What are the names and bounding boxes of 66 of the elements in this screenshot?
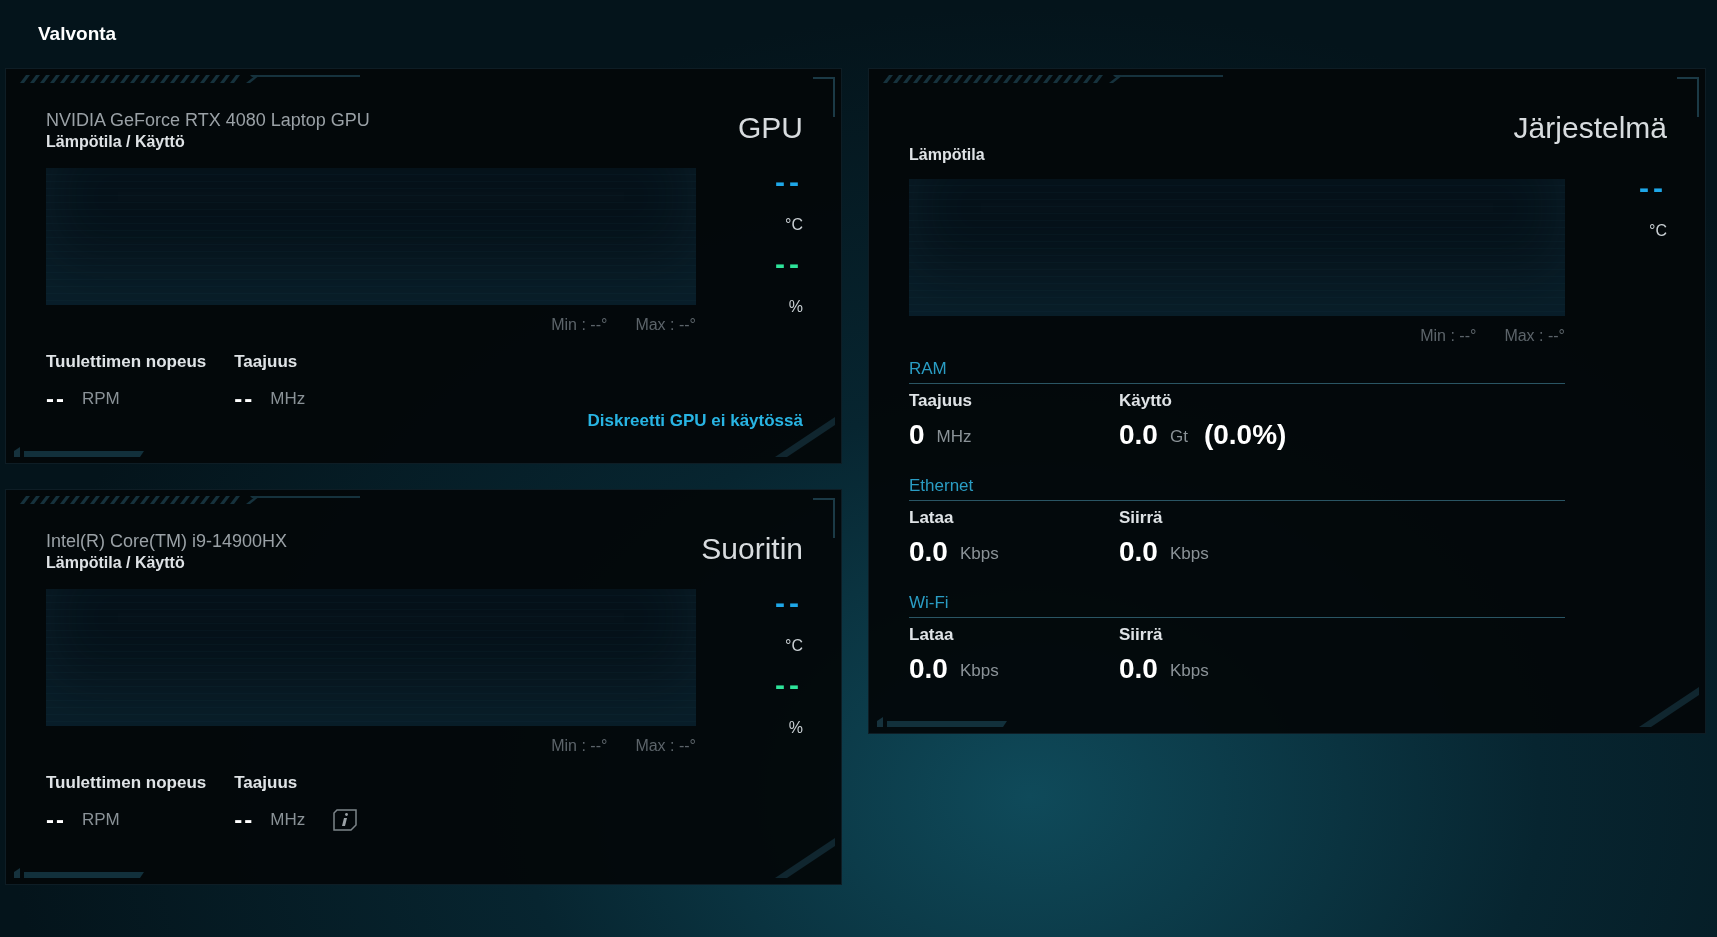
chart-label: Lämpötila / Käyttö: [46, 131, 186, 152]
max-reading: Max : --°: [635, 314, 696, 335]
usage-value: --: [775, 670, 803, 700]
stat-unit: Gt: [1169, 425, 1188, 448]
stat-label: Siirrä: [1119, 506, 1164, 529]
bottom-right-decoration: [1639, 687, 1699, 727]
usage-value: --: [775, 249, 803, 279]
min-reading: Min : --°: [1420, 326, 1477, 346]
temperature-value: --: [775, 588, 803, 618]
stat-unit: Kbps: [1169, 542, 1209, 565]
temperature-unit: °C: [1649, 221, 1667, 241]
info-icon[interactable]: [333, 808, 358, 831]
usage-unit: %: [788, 718, 803, 738]
stat-label: Tuulettimen nopeus: [46, 771, 207, 794]
stat-value: --: [234, 807, 255, 832]
stat-unit: RPM: [82, 388, 120, 410]
usage-percent: (0.0%): [1203, 421, 1287, 449]
temperature-unit: °C: [785, 636, 803, 656]
stat-label: Taajuus: [909, 389, 973, 412]
stat-value: 0.0: [1119, 421, 1158, 449]
stat-unit: RPM: [82, 809, 120, 831]
stat-value: --: [46, 807, 66, 832]
stat-value: --: [46, 386, 66, 411]
section-title: Ethernet: [909, 473, 1565, 501]
stat-unit: MHz: [936, 425, 972, 448]
max-reading: Max : --°: [1504, 326, 1565, 346]
panel-heading: Järjestelmä: [1513, 113, 1667, 143]
temperature-value: --: [1639, 173, 1667, 203]
stat-unit: Kbps: [959, 659, 999, 682]
stat-label: Taajuus: [234, 350, 299, 373]
device-name: NVIDIA GeForce RTX 4080 Laptop GPU: [46, 109, 371, 132]
stat-unit: MHz: [270, 388, 306, 410]
panel-heading: GPU: [738, 113, 803, 143]
max-reading: Max : --°: [635, 735, 696, 756]
section-title: Wi-Fi: [909, 590, 1565, 618]
min-reading: Min : --°: [551, 735, 608, 756]
stat-label: Taajuus: [234, 771, 299, 794]
stat-value: --: [234, 386, 255, 411]
corner-bracket-decoration: [813, 498, 835, 538]
stat-value: 0.0: [1119, 538, 1158, 566]
stat-unit: Kbps: [1169, 659, 1209, 682]
stat-value: 0.0: [909, 538, 948, 566]
usage-unit: %: [788, 297, 803, 317]
stat-unit: Kbps: [959, 542, 999, 565]
stat-label: Tuulettimen nopeus: [46, 350, 207, 373]
stat-value: 0.0: [1119, 655, 1158, 683]
temperature-value: --: [775, 167, 803, 197]
stat-value: 0: [909, 421, 925, 449]
corner-bracket-decoration: [813, 77, 835, 117]
stat-value: 0.0: [909, 655, 948, 683]
stat-label: Lataa: [909, 506, 955, 529]
page-title: Valvonta: [38, 23, 117, 44]
section-title: RAM: [909, 356, 1565, 384]
min-reading: Min : --°: [551, 314, 608, 335]
status-note: Diskreetti GPU ei käytössä: [587, 409, 803, 432]
temperature-unit: °C: [785, 215, 803, 235]
bottom-right-decoration: [775, 838, 835, 878]
stat-label: Lataa: [909, 623, 955, 646]
chart-label: Lämpötila / Käyttö: [46, 552, 186, 573]
stat-label: Käyttö: [1119, 389, 1173, 412]
stat-label: Siirrä: [1119, 623, 1164, 646]
stat-unit: MHz: [270, 809, 306, 831]
panel-heading: Suoritin: [701, 534, 803, 564]
corner-bracket-decoration: [1677, 77, 1699, 117]
chart-label: Lämpötila: [909, 145, 986, 165]
device-name: Intel(R) Core(TM) i9-14900HX: [46, 530, 289, 553]
